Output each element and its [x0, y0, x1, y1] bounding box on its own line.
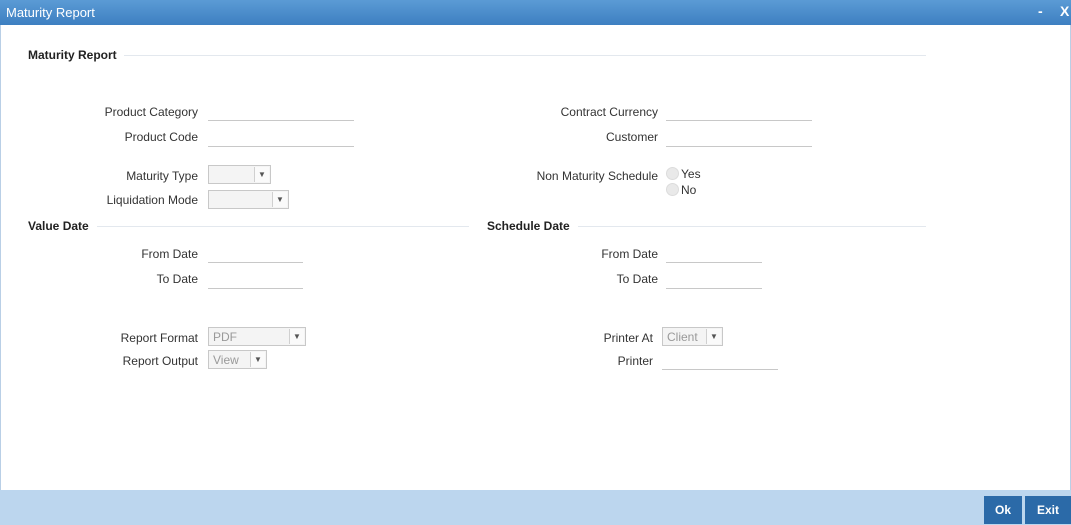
minimize-icon[interactable]: -: [1038, 3, 1043, 19]
printer-label: Printer: [617, 354, 653, 368]
value-to-date-label: To Date: [156, 272, 198, 286]
report-format-label: Report Format: [120, 331, 198, 345]
section-divider: [124, 55, 926, 56]
exit-button[interactable]: Exit: [1025, 496, 1071, 524]
product-category-label: Product Category: [104, 105, 198, 119]
radio-yes-label: Yes: [681, 166, 701, 181]
printer-at-label: Printer At: [603, 331, 653, 345]
footer-bar: [0, 490, 1071, 525]
product-code-label: Product Code: [124, 130, 198, 144]
contract-currency-input[interactable]: [666, 101, 812, 121]
maturity-type-select[interactable]: ▼: [208, 165, 271, 184]
section-title-maturity-report: Maturity Report: [28, 48, 117, 62]
chevron-down-icon: ▼: [706, 329, 721, 344]
report-format-select[interactable]: PDF ▼: [208, 327, 306, 346]
liquidation-mode-select[interactable]: ▼: [208, 190, 289, 209]
value-to-date-input[interactable]: [208, 269, 303, 289]
product-code-input[interactable]: [208, 127, 354, 147]
ok-button[interactable]: Ok: [984, 496, 1022, 524]
value-from-date-label: From Date: [141, 247, 198, 261]
report-format-value: PDF: [213, 330, 237, 344]
maturity-type-label: Maturity Type: [126, 169, 198, 183]
report-output-select[interactable]: View ▼: [208, 350, 267, 369]
chevron-down-icon: ▼: [272, 192, 287, 207]
window-title: Maturity Report: [6, 5, 95, 20]
schedule-from-date-label: From Date: [601, 247, 658, 261]
radio-yes[interactable]: Yes: [666, 166, 701, 181]
printer-at-select[interactable]: Client ▼: [662, 327, 723, 346]
schedule-to-date-label: To Date: [616, 272, 658, 286]
printer-input[interactable]: [662, 350, 778, 370]
printer-at-value: Client: [667, 330, 698, 344]
close-icon[interactable]: X: [1060, 3, 1069, 19]
section-title-schedule-date: Schedule Date: [487, 219, 570, 233]
non-maturity-schedule-label: Non Maturity Schedule: [536, 169, 658, 183]
title-bar: Maturity Report - X: [0, 0, 1071, 25]
report-output-value: View: [213, 353, 239, 367]
radio-no-label: No: [681, 182, 697, 197]
report-output-label: Report Output: [122, 354, 198, 368]
schedule-from-date-input[interactable]: [666, 243, 762, 263]
chevron-down-icon: ▼: [289, 329, 304, 344]
liquidation-mode-label: Liquidation Mode: [106, 193, 198, 207]
section-title-value-date: Value Date: [28, 219, 89, 233]
radio-button[interactable]: [666, 183, 679, 197]
radio-no[interactable]: No: [666, 182, 696, 197]
customer-input[interactable]: [666, 127, 812, 147]
schedule-to-date-input[interactable]: [666, 269, 762, 289]
chevron-down-icon: ▼: [254, 167, 269, 182]
customer-label: Customer: [605, 130, 658, 144]
product-category-input[interactable]: [208, 101, 354, 121]
section-divider: [578, 226, 926, 227]
chevron-down-icon: ▼: [250, 352, 265, 367]
radio-button[interactable]: [666, 167, 679, 181]
section-divider: [97, 226, 469, 227]
value-from-date-input[interactable]: [208, 243, 303, 263]
contract-currency-label: Contract Currency: [560, 105, 658, 119]
